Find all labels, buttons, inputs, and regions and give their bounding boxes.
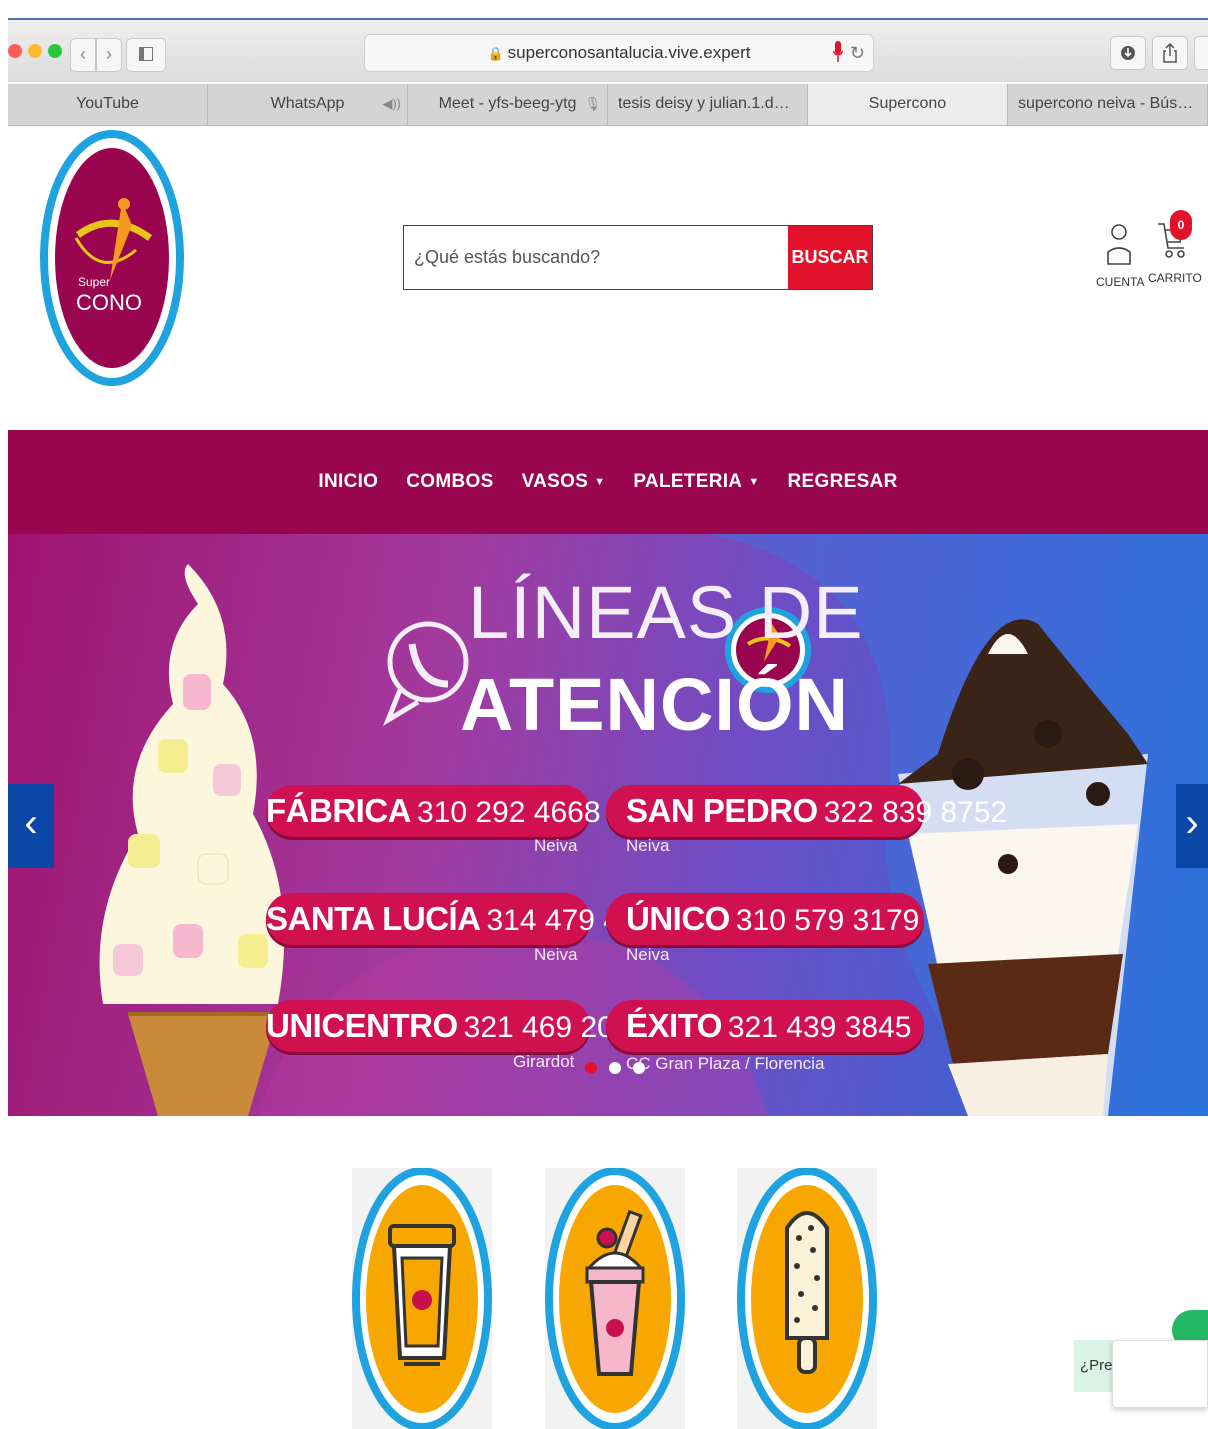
account-link[interactable]: CUENTA	[1096, 222, 1145, 289]
category-card-popsicles[interactable]	[737, 1168, 877, 1429]
microphone-icon[interactable]	[833, 41, 843, 63]
nav-paleteria[interactable]: PALETERIA ▼	[633, 471, 759, 493]
location-unicentro: UNICENTRO 321 469 2024	[266, 1000, 647, 1052]
search-bar: BUSCAR	[403, 225, 873, 290]
nav-combos[interactable]: COMBOS	[406, 471, 493, 493]
location-santa-lucia-city: Neiva	[534, 945, 578, 964]
url-text: superconosantalucia.vive.expert	[507, 43, 751, 62]
tab-google-search[interactable]: supercono neiva - Búsqueda de G...	[1008, 84, 1208, 125]
svg-text:Super: Super	[78, 275, 110, 289]
location-fabrica: FÁBRICA 310 292 4668	[266, 785, 601, 837]
close-window-button[interactable]	[8, 44, 22, 58]
location-santa-lucia: SANTA LUCÍA 314 479 4853	[266, 893, 670, 945]
location-unico: ÚNICO 310 579 3179	[606, 893, 924, 945]
download-icon	[1121, 46, 1135, 60]
hero-title-line2: ATENCIÓN	[460, 663, 849, 746]
tab-meet[interactable]: Meet - yfs-beeg-ytg 🎙	[408, 84, 608, 125]
cart-link[interactable]: 0 CARRITO	[1148, 210, 1202, 285]
cart-count-badge: 0	[1170, 210, 1192, 240]
chevron-down-icon: ▼	[748, 475, 760, 488]
nav-inicio[interactable]: INICIO	[318, 471, 378, 493]
location-unicentro-city: Girardot	[513, 1052, 575, 1071]
browser-toolbar: ‹ › 🔒 superconosantalucia.vive.expert ↻	[8, 18, 1208, 82]
forward-button[interactable]: ›	[96, 38, 122, 72]
microphone-icon: 🎙	[584, 96, 601, 111]
location-exito-city: CC Gran Plaza / Florencia	[626, 1054, 825, 1073]
tab-docs[interactable]: tesis deisy y julian.1.docx - Docum...	[608, 84, 808, 125]
maximize-window-button[interactable]	[48, 44, 62, 58]
category-card-sundaes[interactable]	[545, 1168, 685, 1429]
share-button[interactable]	[1152, 36, 1188, 70]
slider-dot-1[interactable]	[585, 1062, 597, 1074]
sidebar-icon	[139, 47, 153, 61]
chevron-left-icon: ‹	[24, 801, 38, 845]
tab-bar: YouTube WhatsApp ◀)) Meet - yfs-beeg-ytg 🎙…	[8, 84, 1208, 126]
tab-overview-button[interactable]	[1194, 36, 1208, 70]
category-card-tubs[interactable]	[352, 1168, 492, 1429]
supercono-logo[interactable]: Super CONO	[40, 130, 184, 386]
downloads-button[interactable]	[1110, 36, 1146, 70]
minimize-window-button[interactable]	[28, 44, 42, 58]
hero-title-line1: LÍNEAS DE	[468, 571, 864, 654]
location-san-pedro: SAN PEDRO 322 839 8752	[606, 785, 1007, 837]
whatsapp-icon	[382, 621, 469, 726]
search-input[interactable]	[404, 226, 788, 289]
account-label: CUENTA	[1096, 275, 1145, 289]
slider-dot-2[interactable]	[609, 1062, 621, 1074]
back-button[interactable]: ‹	[70, 38, 96, 72]
main-navigation: INICIO COMBOS VASOS ▼ PALETERIA ▼ REGRESAR	[8, 430, 1208, 534]
user-icon	[1107, 224, 1131, 265]
nav-regresar[interactable]: REGRESAR	[788, 471, 898, 493]
ice-cream-tub-icon	[352, 1168, 492, 1429]
address-bar[interactable]: 🔒 superconosantalucia.vive.expert ↻	[364, 34, 874, 72]
tab-youtube[interactable]: YouTube	[8, 84, 208, 125]
tab-supercono[interactable]: Supercono	[808, 84, 1008, 125]
nav-vasos[interactable]: VASOS ▼	[522, 471, 606, 493]
speaker-icon[interactable]: ◀))	[382, 84, 401, 124]
svg-text:CONO: CONO	[76, 290, 142, 315]
sundae-cup-icon	[545, 1168, 685, 1429]
chat-prompt-label[interactable]: ¿Pre	[1074, 1340, 1114, 1392]
slider-dot-3[interactable]	[633, 1062, 645, 1074]
tab-whatsapp[interactable]: WhatsApp ◀))	[208, 84, 408, 125]
lock-icon: 🔒	[487, 46, 504, 61]
chevron-right-icon: ›	[1185, 801, 1199, 845]
location-exito: ÉXITO 321 439 3845	[606, 1000, 924, 1052]
sidebar-toggle-button[interactable]	[126, 38, 166, 72]
soft-serve-cone-image	[99, 564, 285, 1116]
location-fabrica-city: Neiva	[534, 836, 578, 855]
reload-icon[interactable]: ↻	[850, 35, 865, 71]
popsicle-icon	[737, 1168, 877, 1429]
chevron-down-icon: ▼	[594, 475, 606, 488]
slider-next-button[interactable]: ›	[1176, 784, 1208, 868]
location-unico-city: Neiva	[626, 945, 670, 964]
slider-prev-button[interactable]: ‹	[8, 784, 54, 868]
chat-input-box[interactable]	[1112, 1340, 1208, 1408]
search-button[interactable]: BUSCAR	[788, 226, 872, 289]
cart-label: CARRITO	[1148, 271, 1202, 285]
share-icon	[1163, 42, 1177, 63]
location-san-pedro-city: Neiva	[626, 836, 670, 855]
